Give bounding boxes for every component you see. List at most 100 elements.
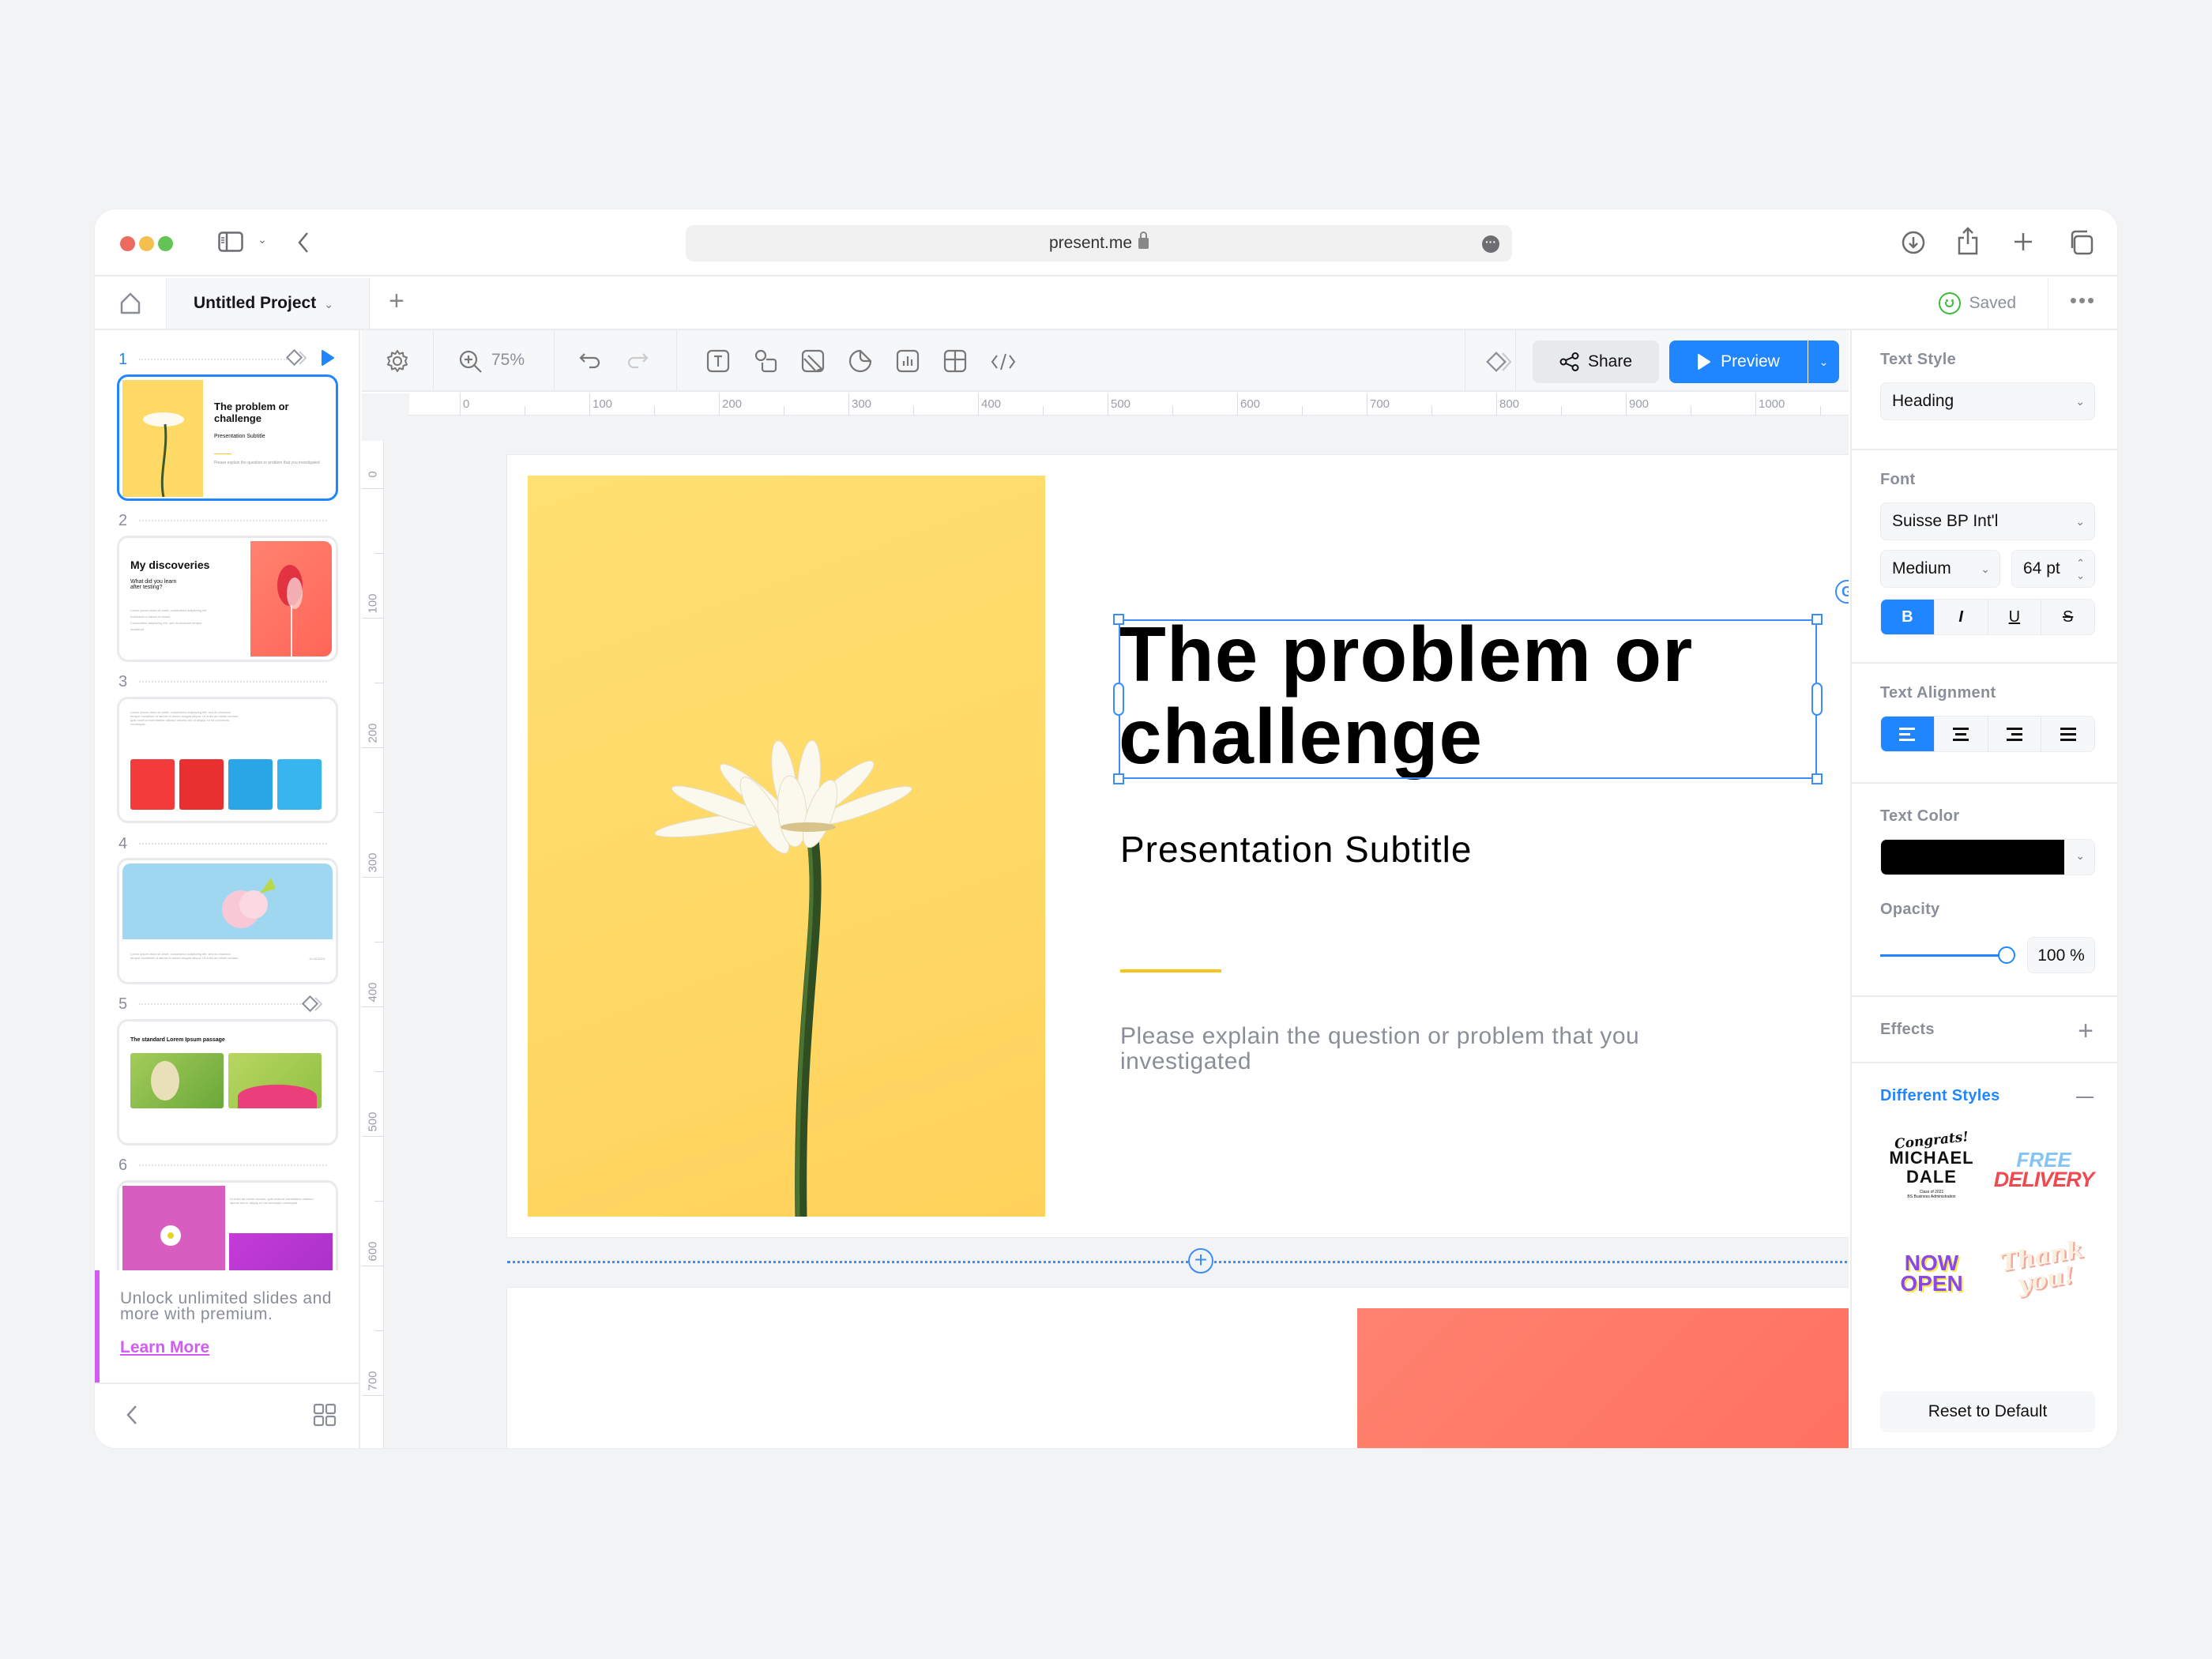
settings-icon[interactable] — [386, 349, 409, 377]
sidebar-toggle-icon[interactable] — [218, 231, 243, 256]
slide-number: 1 — [118, 351, 128, 368]
text-style-select[interactable]: Heading ⌄ — [1880, 382, 2095, 420]
home-button[interactable] — [95, 278, 166, 329]
share-page-icon[interactable] — [1958, 227, 1978, 259]
undo-icon[interactable] — [578, 349, 602, 377]
maximize-window-button[interactable] — [158, 236, 173, 251]
thumb-subtitle: Presentation Subtitle — [214, 434, 265, 439]
style-thank-you[interactable]: Thank you! — [1989, 1236, 2098, 1301]
slide-thumbnail-2[interactable]: My discoveries What did you learn after … — [117, 536, 338, 662]
coral-flower-image[interactable] — [1357, 1308, 1849, 1448]
slide-thumbnail-5[interactable]: The standard Lorem Ipsum passage — [117, 1019, 338, 1146]
text-color-label: Text Color — [1880, 807, 1960, 825]
chart-tool-icon[interactable] — [896, 349, 920, 377]
style-now-open[interactable]: NOW OPEN — [1880, 1252, 1983, 1295]
font-family-select[interactable]: Suisse BP Int'l ⌄ — [1880, 502, 2095, 540]
shape-tool-icon[interactable] — [754, 349, 777, 377]
sidebar-footer — [95, 1382, 359, 1448]
resize-handle-top-left[interactable] — [1113, 614, 1124, 625]
text-tool-icon[interactable] — [706, 349, 730, 377]
horizontal-ruler: 01002003004005006007008009001000110 — [409, 393, 1849, 416]
strikethrough-button[interactable]: S — [2041, 600, 2094, 634]
address-bar[interactable]: present.me ··· — [686, 225, 1512, 261]
share-button[interactable]: Share — [1533, 340, 1659, 383]
animate-icon[interactable] — [1484, 351, 1515, 377]
opacity-slider-handle[interactable] — [1998, 946, 2015, 964]
slide-canvas[interactable]: 01002003004005006007008009001000110 0100… — [362, 393, 1849, 1448]
slide-thumbnail-6[interactable]: Ut enim ad minim veniam, quis nostrud ex… — [117, 1180, 338, 1270]
slide-body-text[interactable]: Please explain the question or problem t… — [1120, 1024, 1721, 1074]
browser-titlebar: ⌄ present.me ··· — [95, 209, 2117, 276]
align-left-button[interactable] — [1881, 717, 1935, 751]
preview-button[interactable]: Preview — [1669, 340, 1808, 383]
resize-handle-right[interactable] — [1811, 683, 1823, 716]
slide-subtitle[interactable]: Presentation Subtitle — [1120, 828, 1473, 871]
more-icon[interactable]: ··· — [1482, 235, 1499, 253]
slide-thumbnail-4[interactable]: Lorem ipsum dolor sit amet, consectetur … — [117, 858, 338, 984]
save-status-text: Saved — [1969, 294, 2016, 312]
project-tab[interactable]: Untitled Project ⌄ — [166, 278, 370, 329]
transition-icon[interactable] — [301, 995, 325, 1017]
add-slide-button[interactable]: + — [1188, 1248, 1213, 1273]
thumb-title: The standard Lorem Ipsum passage — [130, 1037, 225, 1043]
more-options-button[interactable]: ••• — [2048, 278, 2117, 329]
new-tab-icon[interactable] — [2013, 231, 2033, 256]
minimize-window-button[interactable] — [139, 236, 154, 251]
align-justify-button[interactable] — [2041, 717, 2094, 751]
rotate-handle-icon[interactable]: G — [1835, 580, 1849, 604]
smiley-icon — [1939, 292, 1962, 314]
close-window-button[interactable] — [120, 236, 135, 251]
chevron-down-icon[interactable]: ⌄ — [324, 298, 333, 310]
ruler-label: 100 — [592, 397, 613, 411]
collapse-icon[interactable] — [2076, 1097, 2094, 1098]
embed-code-icon[interactable] — [991, 352, 1016, 376]
align-right-button[interactable] — [1988, 717, 2042, 751]
flower-image[interactable] — [528, 476, 1045, 1217]
align-center-button[interactable] — [1935, 717, 1988, 751]
transition-icon[interactable] — [285, 348, 310, 371]
resize-handle-bottom-right[interactable] — [1811, 773, 1823, 784]
font-weight-select[interactable]: Medium ⌄ — [1880, 550, 2000, 588]
grid-view-icon[interactable] — [313, 1403, 337, 1431]
resize-handle-left[interactable] — [1113, 683, 1124, 716]
sidebar-menu-chevron-icon[interactable]: ⌄ — [258, 233, 267, 246]
alignment-label: Text Alignment — [1880, 684, 1996, 702]
opacity-slider[interactable] — [1880, 954, 2007, 957]
collapse-sidebar-icon[interactable] — [126, 1405, 137, 1429]
font-size-stepper[interactable]: 64 pt ⌃ ⌄ — [2011, 550, 2095, 588]
slide-thumbnail-1[interactable]: The problem or challenge Presentation Su… — [117, 374, 338, 501]
reset-to-default-button[interactable]: Reset to Default — [1880, 1391, 2095, 1432]
style-free-delivery[interactable]: FREE DELIVERY — [1992, 1149, 2095, 1191]
underline-button[interactable]: U — [1988, 600, 2042, 634]
ruler-label: 500 — [366, 1112, 380, 1132]
redo-icon[interactable] — [626, 349, 649, 377]
slide-2[interactable]: My discoveries — [507, 1288, 1849, 1448]
style-congrats[interactable]: Congrats! MICHAEL DALE Class of 2021 BS … — [1880, 1129, 1983, 1199]
slide-1[interactable]: The problem or challenge G Presentation … — [507, 455, 1849, 1237]
zoom-icon[interactable] — [458, 349, 483, 378]
url-text: present.me — [1048, 234, 1133, 252]
resize-handle-bottom-left[interactable] — [1113, 773, 1124, 784]
resize-handle-top-right[interactable] — [1811, 614, 1823, 625]
opacity-value[interactable]: 100 % — [2027, 937, 2095, 973]
italic-button[interactable]: I — [1935, 600, 1988, 634]
text-color-picker[interactable]: ⌄ — [1880, 839, 2095, 875]
zoom-level[interactable]: 75% — [491, 351, 525, 370]
play-slide-icon[interactable] — [321, 349, 335, 371]
table-tool-icon[interactable] — [943, 349, 967, 377]
divider-line[interactable] — [1120, 969, 1221, 972]
tabs-overview-icon[interactable] — [2068, 230, 2094, 259]
align-center-icon — [1953, 727, 1969, 741]
preview-options-dropdown[interactable]: ⌄ — [1808, 340, 1839, 383]
sticker-tool-icon[interactable] — [848, 349, 872, 377]
learn-more-link[interactable]: Learn More — [120, 1338, 209, 1357]
slide-number: 6 — [118, 1157, 128, 1174]
back-icon[interactable] — [297, 231, 310, 258]
bold-button[interactable]: B — [1881, 600, 1935, 634]
add-project-button[interactable]: + — [389, 286, 404, 317]
download-icon[interactable] — [1902, 231, 1925, 258]
image-tool-icon[interactable] — [801, 349, 825, 377]
slide-thumbnail-3[interactable]: Lorem ipsum dolor sit amet, consectetur … — [117, 697, 338, 823]
add-effect-icon[interactable]: + — [2078, 1016, 2094, 1047]
selection-box[interactable] — [1119, 619, 1817, 779]
